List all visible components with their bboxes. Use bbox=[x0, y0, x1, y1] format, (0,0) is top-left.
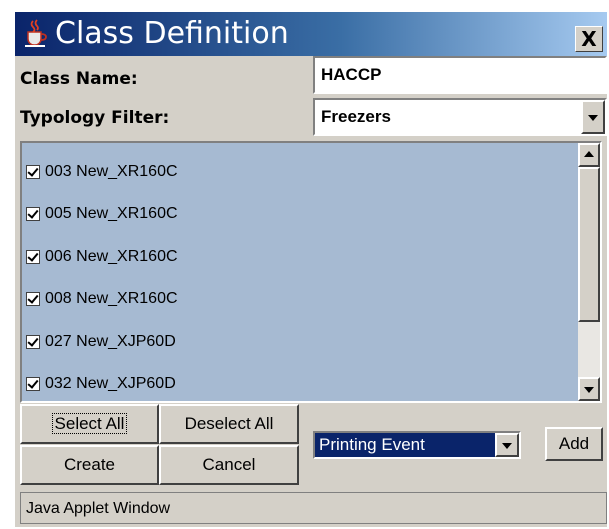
checkbox[interactable] bbox=[26, 250, 40, 264]
typology-filter-value: Freezers bbox=[321, 107, 391, 126]
add-button[interactable]: Add bbox=[545, 427, 603, 461]
select-all-button[interactable]: Select All bbox=[20, 404, 159, 444]
typology-dropdown-button[interactable] bbox=[581, 100, 605, 134]
list-item-label: 003 New_XR160C bbox=[45, 163, 178, 180]
list-item-label: 005 New_XR160C bbox=[45, 205, 178, 222]
checkbox[interactable] bbox=[26, 292, 40, 306]
deselect-all-button[interactable]: Deselect All bbox=[159, 404, 299, 444]
list-scrollbar[interactable] bbox=[578, 143, 600, 401]
java-cup-icon bbox=[25, 19, 47, 47]
title-bar[interactable]: Class Definition X bbox=[15, 12, 607, 56]
chevron-down-icon bbox=[588, 115, 598, 121]
status-text: Java Applet Window bbox=[26, 500, 171, 517]
scroll-down-button[interactable] bbox=[578, 377, 600, 401]
deselect-all-label: Deselect All bbox=[184, 414, 274, 433]
typology-filter-label: Typology Filter: bbox=[20, 108, 170, 128]
cancel-label: Cancel bbox=[202, 455, 256, 474]
checkbox[interactable] bbox=[26, 165, 40, 179]
create-label: Create bbox=[63, 455, 116, 474]
select-all-label: Select All bbox=[51, 413, 128, 434]
list-item-label: 032 New_XJP60D bbox=[45, 375, 176, 392]
list-item-label: 027 New_XJP60D bbox=[45, 333, 176, 350]
class-name-label: Class Name: bbox=[20, 69, 138, 89]
chevron-down-icon bbox=[584, 387, 594, 393]
add-label: Add bbox=[558, 434, 590, 453]
scroll-up-button[interactable] bbox=[578, 143, 600, 167]
close-icon: X bbox=[581, 27, 597, 51]
status-bar: Java Applet Window bbox=[20, 492, 607, 524]
list-item-label: 006 New_XR160C bbox=[45, 248, 178, 265]
close-button[interactable]: X bbox=[575, 26, 603, 52]
checkbox[interactable] bbox=[26, 377, 40, 391]
class-definition-window: Class Definition X Class Name: HACCP Typ… bbox=[15, 12, 607, 527]
scroll-thumb[interactable] bbox=[578, 167, 600, 322]
event-type-value: Printing Event bbox=[319, 435, 425, 454]
list-item-label: 008 New_XR160C bbox=[45, 290, 178, 307]
typology-filter-select[interactable]: Freezers bbox=[313, 98, 607, 136]
create-button[interactable]: Create bbox=[20, 445, 159, 485]
class-name-input[interactable]: HACCP bbox=[313, 56, 607, 94]
cancel-button[interactable]: Cancel bbox=[159, 445, 299, 485]
event-type-select[interactable]: Printing Event bbox=[313, 431, 521, 459]
device-list: 003 New_XR160C 005 New_XR160C 006 New_XR… bbox=[20, 141, 602, 403]
chevron-up-icon bbox=[584, 151, 594, 157]
checkbox[interactable] bbox=[26, 207, 40, 221]
chevron-down-icon bbox=[502, 443, 512, 449]
checkbox[interactable] bbox=[26, 335, 40, 349]
window-title: Class Definition bbox=[55, 16, 289, 51]
event-dropdown-button[interactable] bbox=[495, 433, 519, 457]
